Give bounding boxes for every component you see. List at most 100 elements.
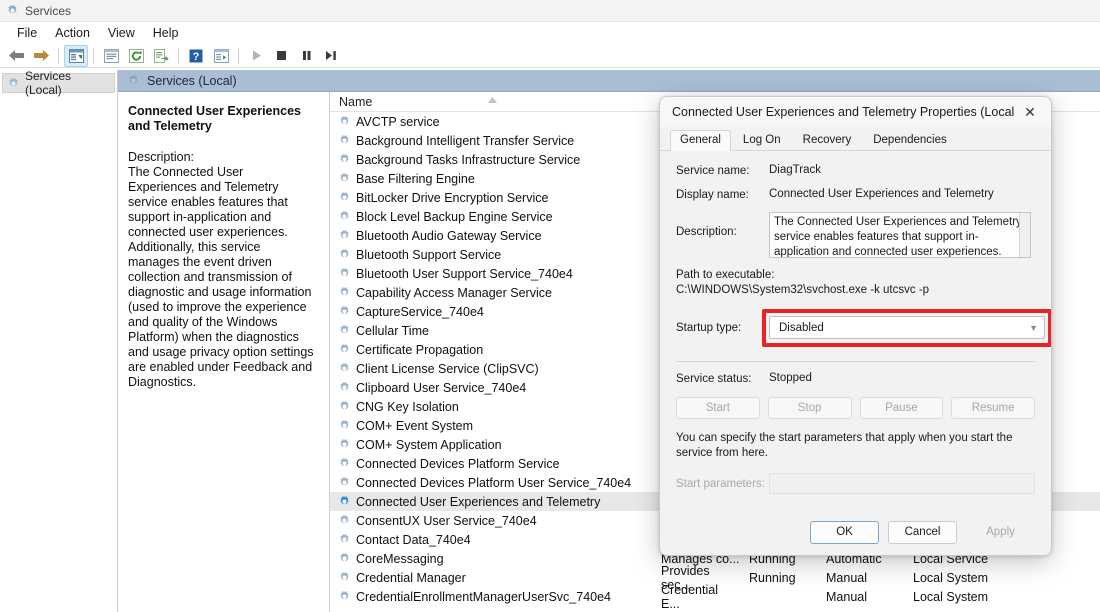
- startup-type-label: Startup type:: [676, 322, 741, 334]
- table-row[interactable]: CredentialEnrollmentManagerUserSvc_740e4…: [330, 587, 1100, 606]
- apply-button[interactable]: Apply: [966, 521, 1035, 544]
- resume-button[interactable]: Resume: [951, 397, 1035, 419]
- path-to-executable-label: Path to executable:: [676, 269, 1035, 281]
- service-name-cell: Bluetooth Support Service: [356, 248, 501, 262]
- dialog-description-textarea[interactable]: The Connected User Experiences and Telem…: [769, 212, 1031, 258]
- tab-recovery[interactable]: Recovery: [793, 130, 862, 150]
- start-service-icon[interactable]: [244, 45, 268, 67]
- service-name-cell: CoreMessaging: [356, 552, 444, 566]
- start-parameters-hint: You can specify the start parameters tha…: [676, 431, 1035, 461]
- services-gear-icon: [338, 172, 351, 185]
- service-name-cell: Background Tasks Infrastructure Service: [356, 153, 580, 167]
- startup-type-select[interactable]: Disabled ▼: [769, 316, 1045, 339]
- service-name-cell: Bluetooth Audio Gateway Service: [356, 229, 542, 243]
- service-name-cell: Block Level Backup Engine Service: [356, 210, 553, 224]
- cancel-button[interactable]: Cancel: [888, 521, 957, 544]
- services-gear-icon: [338, 210, 351, 223]
- services-gear-icon: [338, 191, 351, 204]
- service-name-cell: Client License Service (ClipSVC): [356, 362, 539, 376]
- services-gear-icon: [338, 324, 351, 337]
- services-gear-icon: [338, 457, 351, 470]
- close-icon[interactable]: ✕: [1015, 99, 1045, 125]
- pane-header: Services (Local): [118, 70, 1100, 92]
- display-name-row: Display name: Connected User Experiences…: [676, 188, 1035, 201]
- description-scrollbar[interactable]: [1019, 213, 1030, 257]
- toolbar-separator: [238, 48, 239, 64]
- service-name-cell: Connected Devices Platform User Service_…: [356, 476, 631, 490]
- services-gear-icon: [338, 229, 351, 242]
- properties-icon[interactable]: [99, 45, 123, 67]
- dialog-general-panel: Service name: DiagTrack Display name: Co…: [660, 151, 1051, 555]
- service-name-cell: Background Intelligent Transfer Service: [356, 134, 574, 148]
- tree-item-services-local[interactable]: Services (Local): [2, 73, 115, 93]
- display-name-value: Connected User Experiences and Telemetry: [769, 188, 994, 200]
- service-status-cell: Running: [740, 571, 817, 585]
- menu-item-action[interactable]: Action: [46, 24, 99, 42]
- sort-ascending-icon: [488, 97, 497, 103]
- stop-service-icon[interactable]: [269, 45, 293, 67]
- column-header-name[interactable]: Name: [330, 95, 652, 109]
- menu-item-view[interactable]: View: [99, 24, 144, 42]
- show-hide-action-pane-icon[interactable]: [209, 45, 233, 67]
- refresh-icon[interactable]: [124, 45, 148, 67]
- toolbar: ?: [0, 44, 1100, 68]
- dialog-description-text: The Connected User Experiences and Telem…: [774, 216, 1022, 258]
- restart-service-icon[interactable]: [319, 45, 343, 67]
- services-gear-icon: [338, 400, 351, 413]
- start-parameters-input[interactable]: [769, 473, 1035, 494]
- pause-service-icon[interactable]: [294, 45, 318, 67]
- service-startup-type-cell: Manual: [817, 571, 904, 585]
- services-gear-icon: [7, 77, 20, 90]
- tab-log-on[interactable]: Log On: [733, 130, 791, 150]
- start-button[interactable]: Start: [676, 397, 760, 419]
- services-gear-icon: [338, 248, 351, 261]
- description-row: Description: The Connected User Experien…: [676, 212, 1035, 258]
- service-status-value: Stopped: [769, 372, 812, 384]
- service-name-cell: COM+ Event System: [356, 419, 473, 433]
- menu-item-help[interactable]: Help: [144, 24, 188, 42]
- service-description-cell: Credential E...: [652, 583, 740, 611]
- chevron-down-icon: ▼: [1029, 323, 1038, 333]
- service-startup-type-cell: Manual: [817, 590, 904, 604]
- stop-button[interactable]: Stop: [768, 397, 852, 419]
- pause-button[interactable]: Pause: [860, 397, 944, 419]
- tree-item-label: Services (Local): [25, 69, 110, 97]
- help-icon[interactable]: ?: [184, 45, 208, 67]
- services-gear-icon: [338, 533, 351, 546]
- service-name-label: Service name:: [676, 164, 769, 177]
- service-name-cell: Credential Manager: [356, 571, 466, 585]
- dialog-title: Connected User Experiences and Telemetry…: [672, 105, 1015, 119]
- services-gear-icon: [338, 153, 351, 166]
- extended-description-label: Description:: [128, 150, 315, 165]
- tab-general[interactable]: General: [670, 130, 731, 151]
- service-name-value: DiagTrack: [769, 164, 821, 176]
- services-gear-icon: [338, 514, 351, 527]
- service-name-cell: CredentialEnrollmentManagerUserSvc_740e4: [356, 590, 611, 604]
- forward-icon[interactable]: [29, 45, 53, 67]
- services-gear-icon: [338, 305, 351, 318]
- services-gear-icon: [338, 115, 351, 128]
- services-gear-icon: [338, 134, 351, 147]
- service-name-cell: CaptureService_740e4: [356, 305, 484, 319]
- extended-description-title: Connected User Experiences and Telemetry: [128, 104, 315, 134]
- window-title: Services: [25, 4, 71, 18]
- ok-button[interactable]: OK: [810, 521, 879, 544]
- title-bar: Services: [0, 0, 1100, 22]
- export-list-icon[interactable]: [149, 45, 173, 67]
- service-name-cell: ConsentUX User Service_740e4: [356, 514, 537, 528]
- services-gear-icon: [338, 552, 351, 565]
- service-name-cell: CNG Key Isolation: [356, 400, 459, 414]
- services-gear-icon: [338, 362, 351, 375]
- services-window: Services File Action View Help ?: [0, 0, 1100, 612]
- service-log-on-as-cell: Local System: [904, 590, 1100, 604]
- back-icon[interactable]: [4, 45, 28, 67]
- tab-dependencies[interactable]: Dependencies: [863, 130, 957, 150]
- services-gear-icon: [6, 4, 19, 17]
- menu-item-file[interactable]: File: [8, 24, 46, 42]
- service-log-on-as-cell: Local System: [904, 571, 1100, 585]
- service-name-cell: Contact Data_740e4: [356, 533, 471, 547]
- show-hide-console-tree-icon[interactable]: [64, 45, 88, 67]
- dialog-divider: [676, 361, 1035, 362]
- console-tree: Services (Local): [0, 70, 118, 612]
- dialog-tabs: General Log On Recovery Dependencies: [660, 127, 1051, 151]
